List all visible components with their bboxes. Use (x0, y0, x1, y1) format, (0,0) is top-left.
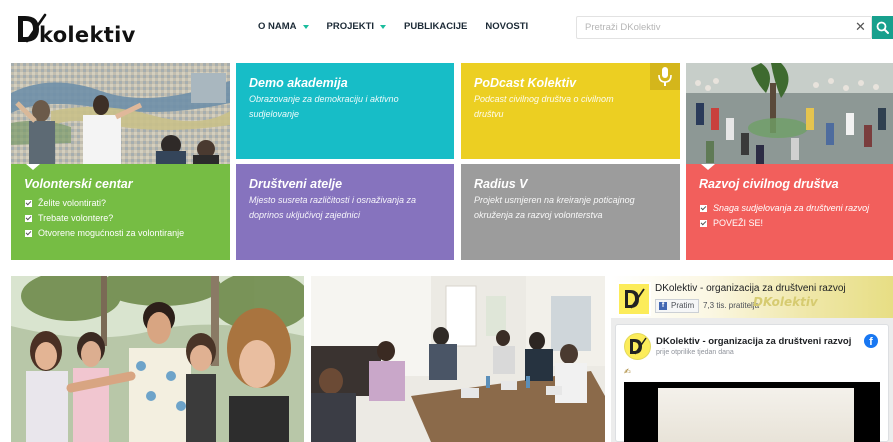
tile-demo-akademija[interactable]: Demo akademija Obrazovanje za demokracij… (236, 63, 454, 159)
tile-drustveni-atelje[interactable]: Društveni atelje Mjesto susreta različit… (236, 164, 454, 260)
post-media-image (658, 388, 854, 442)
tile-razvoj-civilnog-drustva[interactable]: Razvoj civilnog društva Snaga sudjelovan… (686, 164, 893, 260)
tile-radius-v[interactable]: Radius V Projekt usmjeren na kreiranje p… (461, 164, 680, 260)
page: kolektiv O NAMA PROJEKTI PUBLIKACIJE NOV… (0, 0, 893, 442)
nav-label: NOVOSTI (485, 21, 529, 32)
nav-item-novosti[interactable]: NOVOSTI (485, 21, 528, 32)
cover-brand-text: DKolektiv (753, 295, 818, 309)
tile-pointer-notch (26, 164, 40, 170)
post-author-avatar[interactable] (624, 333, 651, 360)
photo-group-selfie[interactable] (11, 276, 304, 442)
tile-link-list: Snaga sudjelovanja za društveni razvoj P… (700, 201, 869, 231)
tile-description: Podcast civilnog društva o civilnom druš… (474, 94, 614, 119)
tile-link-list: Želite volontirati? Trebate volontere? O… (25, 196, 184, 241)
tile-description: Mjesto susreta različitosti i osnaživanj… (249, 195, 417, 220)
facebook-f-icon: f (659, 302, 667, 310)
followers-count: 7,3 tis. pratitelja (703, 301, 760, 310)
post-media[interactable] (624, 382, 880, 442)
tile-volonterski-centar[interactable]: Volonterski centar Želite volontirati? T… (11, 164, 230, 260)
main-nav: O NAMA PROJEKTI PUBLIKACIJE NOVOSTI (258, 21, 546, 32)
tile-title: Radius V (474, 177, 528, 191)
post-timestamp[interactable]: prije otprilike tjedan dana (656, 349, 734, 356)
tile-podcast-kolektiv[interactable]: PoDcast Kolektiv Podcast civilnog društv… (461, 63, 680, 159)
mosaic-photo-image (11, 63, 230, 164)
meeting-photo-image (311, 276, 605, 442)
facebook-page-name[interactable]: DKolektiv - organizacija za društveni ra… (655, 283, 846, 294)
tile-title: PoDcast Kolektiv (474, 76, 577, 90)
nav-label: O NAMA (258, 21, 297, 32)
list-item[interactable]: Snaga sudjelovanja za društveni razvoj (700, 201, 869, 216)
follow-button[interactable]: f Pratim (655, 299, 700, 313)
tile-description: Obrazovanje za demokraciju i aktivno sud… (249, 94, 399, 119)
nav-item-publikacije[interactable]: PUBLIKACIJE (404, 21, 467, 32)
pencil-emoji-icon: ✍ (624, 367, 631, 376)
nav-item-projekti[interactable]: PROJEKTI (327, 21, 387, 32)
facebook-post: DKolektiv - organizacija za društveni ra… (615, 324, 889, 442)
post-author-name[interactable]: DKolektiv - organizacija za društveni ra… (656, 336, 851, 347)
facebook-cover: DKolektiv - organizacija za društveni ra… (611, 276, 893, 318)
tile-title: Društveni atelje (249, 177, 343, 191)
caret-down-icon (380, 24, 387, 29)
nav-label: PUBLIKACIJE (404, 21, 468, 32)
tile-title: Razvoj civilnog društva (699, 177, 839, 191)
tile-title: Demo akademija (249, 76, 348, 90)
nav-item-o-nama[interactable]: O NAMA (258, 21, 309, 32)
search-icon (876, 21, 889, 34)
dkolektiv-avatar-logo-icon (625, 288, 645, 309)
photo-mosaic-volunteers[interactable] (11, 63, 230, 164)
follow-label: Pratim (671, 301, 695, 310)
list-item-label: Otvorene mogućnosti za volontiranje (38, 228, 185, 238)
logo-text: kolektiv (39, 23, 136, 47)
list-item-label: Želite volontirati? (38, 198, 107, 208)
facebook-logo-icon[interactable]: f (864, 334, 878, 348)
search-box: ✕ (576, 16, 872, 39)
search-input[interactable] (577, 17, 847, 38)
list-item-label: Snaga sudjelovanja za društveni razvoj (713, 203, 870, 213)
caret-down-icon (302, 24, 309, 29)
list-item-label: Trebate volontere? (38, 213, 114, 223)
list-item[interactable]: Otvorene mogućnosti za volontiranje (25, 226, 184, 241)
close-icon[interactable]: ✕ (855, 20, 866, 35)
crowd-photo-image (686, 63, 893, 164)
microphone-icon (658, 67, 672, 86)
group-photo-image (11, 276, 304, 442)
list-item-label: POVEŽI SE! (713, 218, 764, 228)
microphone-badge (650, 63, 680, 90)
dkolektiv-logo[interactable]: kolektiv (15, 12, 135, 46)
dkolektiv-avatar-logo-icon (630, 337, 647, 355)
facebook-page-avatar[interactable] (617, 282, 651, 316)
checkbox-icon (25, 230, 32, 237)
list-item[interactable]: Želite volontirati? (25, 196, 184, 211)
list-item[interactable]: Trebate volontere? (25, 211, 184, 226)
checkbox-icon (25, 215, 32, 222)
search-button[interactable] (872, 16, 893, 39)
nav-label: PROJEKTI (326, 21, 375, 32)
facebook-page-widget: DKolektiv - organizacija za društveni ra… (611, 276, 893, 442)
checkbox-icon (25, 200, 32, 207)
checkbox-icon (700, 220, 707, 227)
photo-meeting-room[interactable] (311, 276, 605, 442)
tile-description: Projekt usmjeren na kreiranje poticajnog… (474, 195, 635, 220)
list-item[interactable]: POVEŽI SE! (700, 216, 869, 231)
checkbox-icon (700, 205, 707, 212)
tile-pointer-notch (701, 164, 715, 170)
tile-title: Volonterski centar (24, 177, 133, 191)
photo-crowd-event[interactable] (686, 63, 893, 164)
